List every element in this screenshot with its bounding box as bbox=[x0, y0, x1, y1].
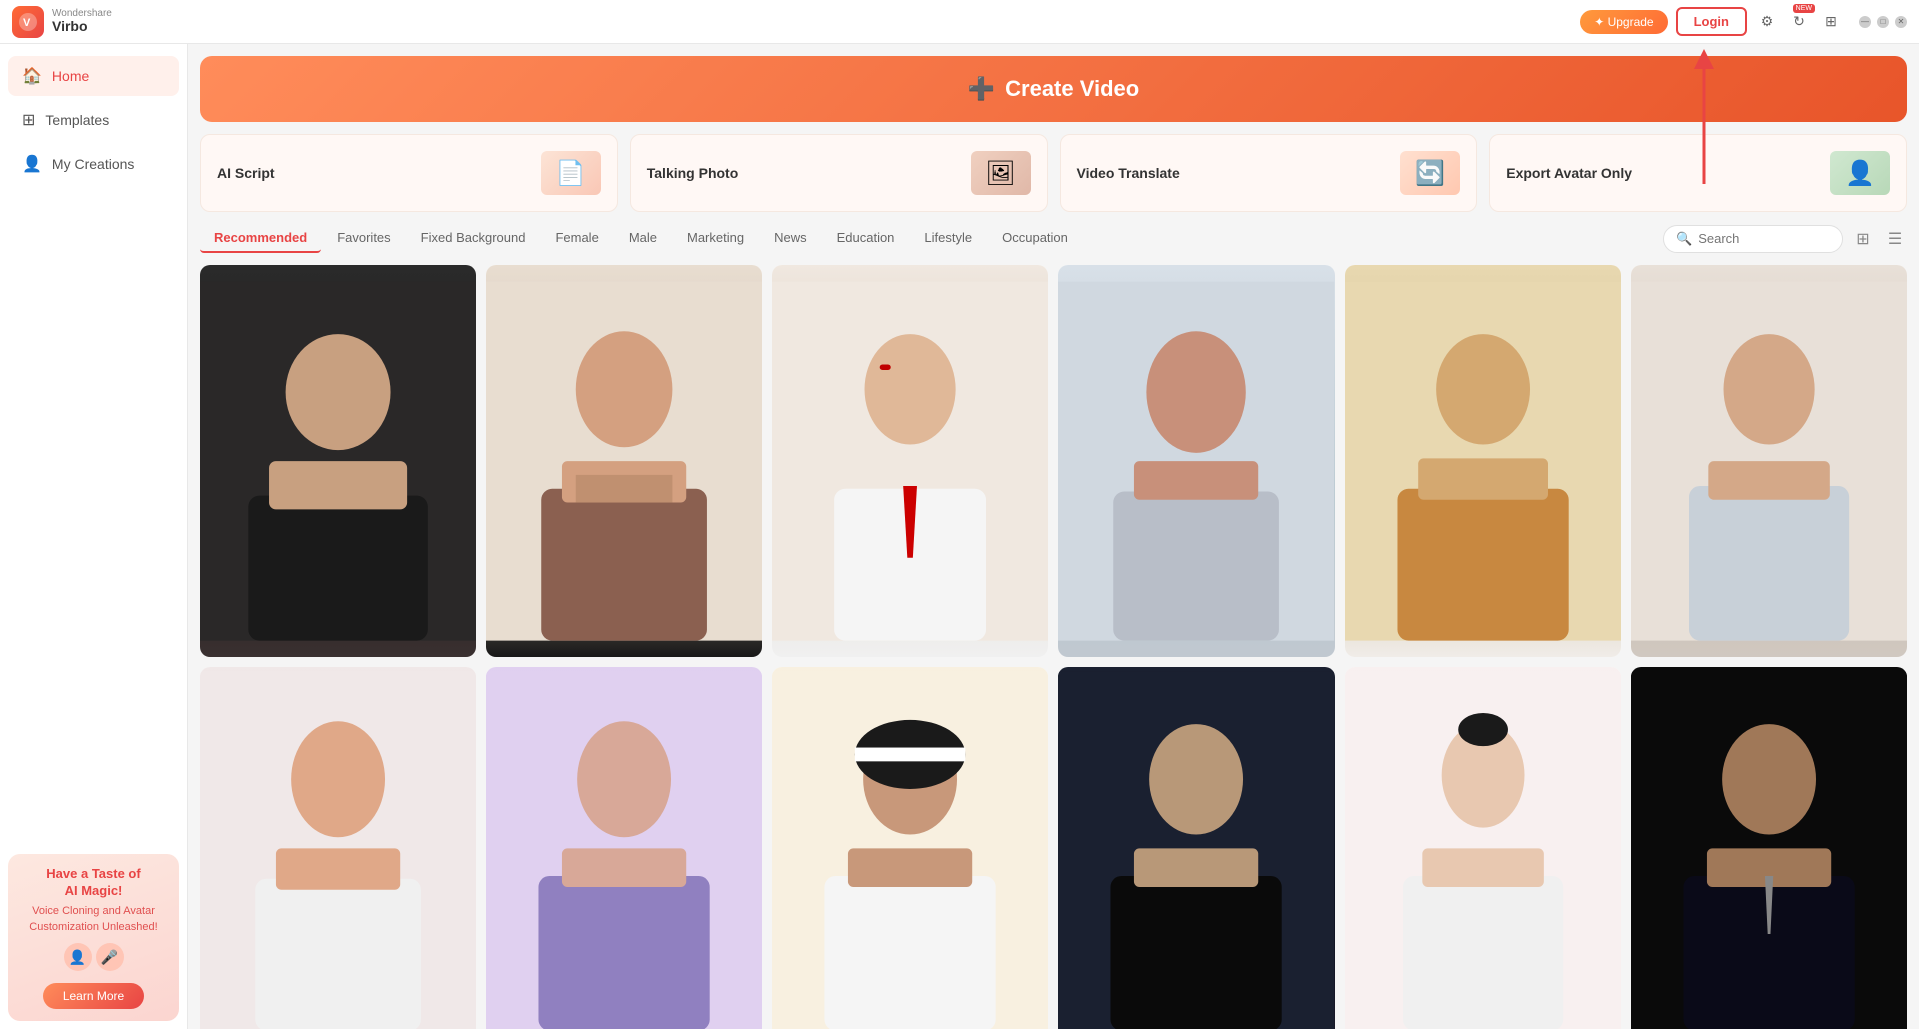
create-video-label: Create Video bbox=[1005, 76, 1139, 102]
settings-icon[interactable]: ⚙ bbox=[1755, 10, 1779, 34]
ai-script-thumb: 📄 bbox=[541, 151, 601, 195]
feature-talking-photo[interactable]: Talking Photo 🖼 bbox=[630, 134, 1048, 212]
avatar-img-ruby-games bbox=[772, 265, 1048, 657]
avatar-img-arjun bbox=[772, 667, 1048, 1029]
avatar-img-gabriel bbox=[1058, 667, 1334, 1029]
list-view-icon[interactable]: ☰ bbox=[1883, 227, 1907, 251]
avatar-card-william[interactable]: HOT William - Business bbox=[1345, 265, 1621, 657]
avatar-card-chloe[interactable]: Chloe-Elegant bbox=[1631, 265, 1907, 657]
tab-male[interactable]: Male bbox=[615, 224, 671, 253]
minimize-button[interactable]: — bbox=[1859, 16, 1871, 28]
close-button[interactable]: ✕ bbox=[1895, 16, 1907, 28]
my-creations-icon: 👤 bbox=[22, 154, 42, 174]
learn-more-button[interactable]: Learn More bbox=[43, 983, 144, 1009]
avatar-img-harper bbox=[1058, 265, 1334, 657]
sidebar-item-home[interactable]: 🏠 Home bbox=[8, 56, 179, 96]
tab-news[interactable]: News bbox=[760, 224, 821, 253]
login-button[interactable]: Login bbox=[1676, 7, 1747, 36]
avatar-card-gabriel[interactable]: Gabriel-Business bbox=[1058, 667, 1334, 1029]
ai-script-label: AI Script bbox=[217, 165, 275, 181]
avatar-card-brandt[interactable]: Brandt-Casual bbox=[200, 265, 476, 657]
avatar-img-william bbox=[1345, 265, 1621, 657]
avatar-img-ruby-formal bbox=[486, 667, 762, 1029]
tab-lifestyle[interactable]: Lifestyle bbox=[910, 224, 986, 253]
sidebar-promo: Have a Taste ofAI Magic! Voice Cloning a… bbox=[8, 854, 179, 1021]
avatar-card-john[interactable]: John-Marketer bbox=[1631, 667, 1907, 1029]
maximize-button[interactable]: □ bbox=[1877, 16, 1889, 28]
sidebar: 🏠 Home ⊞ Templates 👤 My Creations Have a… bbox=[0, 44, 188, 1029]
templates-icon: ⊞ bbox=[22, 110, 35, 130]
feature-video-translate[interactable]: Video Translate 🔄 bbox=[1060, 134, 1478, 212]
tab-female[interactable]: Female bbox=[541, 224, 612, 253]
brand-bottom: Virbo bbox=[52, 19, 112, 34]
sidebar-nav: 🏠 Home ⊞ Templates 👤 My Creations bbox=[0, 44, 187, 846]
figure-1: 👤 bbox=[64, 943, 92, 971]
avatar-img-john bbox=[1631, 667, 1907, 1029]
talking-photo-thumb: 🖼 bbox=[971, 151, 1031, 195]
grid-view-icon[interactable]: ⊞ bbox=[1851, 227, 1875, 251]
sidebar-item-templates[interactable]: ⊞ Templates bbox=[8, 100, 179, 140]
feature-cards: AI Script 📄 Talking Photo 🖼 Video Transl… bbox=[200, 134, 1907, 212]
export-avatar-thumb: 👤 bbox=[1830, 151, 1890, 195]
avatar-card-arjun[interactable]: Arjun - Araber bbox=[772, 667, 1048, 1029]
filter-bar: Recommended Favorites Fixed Background F… bbox=[188, 224, 1919, 253]
avatar-grid: Brandt-Casual Elena-Professional bbox=[188, 265, 1919, 1029]
sidebar-label-templates: Templates bbox=[45, 112, 109, 128]
app-name: Wondershare Virbo bbox=[52, 8, 112, 34]
promo-title: Have a Taste ofAI Magic! bbox=[20, 866, 167, 900]
avatar-card-mina[interactable]: Mina - Hanfu bbox=[1345, 667, 1621, 1029]
avatar-card-giulia[interactable]: Giulia-Business bbox=[200, 667, 476, 1029]
tab-marketing[interactable]: Marketing bbox=[673, 224, 758, 253]
avatar-card-harper[interactable]: Harper-Promotion bbox=[1058, 265, 1334, 657]
avatar-card-ruby-formal[interactable]: Ruby-Formal bbox=[486, 667, 762, 1029]
feature-export-avatar[interactable]: Export Avatar Only 👤 bbox=[1489, 134, 1907, 212]
video-translate-thumb: 🔄 bbox=[1400, 151, 1460, 195]
tab-recommended[interactable]: Recommended bbox=[200, 224, 321, 253]
video-translate-label: Video Translate bbox=[1077, 165, 1180, 181]
avatar-card-elena[interactable]: Elena-Professional bbox=[486, 265, 762, 657]
title-bar: V Wondershare Virbo ✦ Upgrade Login ⚙ ↻N… bbox=[0, 0, 1919, 44]
sidebar-item-my-creations[interactable]: 👤 My Creations bbox=[8, 144, 179, 184]
feature-ai-script[interactable]: AI Script 📄 bbox=[200, 134, 618, 212]
sidebar-label-my-creations: My Creations bbox=[52, 156, 134, 172]
create-video-banner[interactable]: ➕ Create Video bbox=[200, 56, 1907, 122]
tab-occupation[interactable]: Occupation bbox=[988, 224, 1082, 253]
tab-favorites[interactable]: Favorites bbox=[323, 224, 404, 253]
export-avatar-label: Export Avatar Only bbox=[1506, 165, 1632, 181]
search-input[interactable] bbox=[1698, 231, 1830, 246]
avatar-img-elena bbox=[486, 265, 762, 657]
avatar-img-chloe bbox=[1631, 265, 1907, 657]
create-video-icon: ➕ bbox=[968, 76, 995, 102]
svg-text:V: V bbox=[23, 17, 31, 29]
figure-2: 🎤 bbox=[96, 943, 124, 971]
avatar-card-ruby-games[interactable]: Ruby-Games bbox=[772, 265, 1048, 657]
search-icon: 🔍 bbox=[1676, 231, 1692, 247]
refresh-icon[interactable]: ↻NEW bbox=[1787, 10, 1811, 34]
sidebar-label-home: Home bbox=[52, 68, 89, 84]
filter-tabs: Recommended Favorites Fixed Background F… bbox=[200, 224, 1663, 253]
app-logo: V bbox=[12, 6, 44, 38]
main-layout: 🏠 Home ⊞ Templates 👤 My Creations Have a… bbox=[0, 44, 1919, 1029]
title-bar-actions: ✦ Upgrade Login ⚙ ↻NEW ⊞ — □ ✕ bbox=[1580, 7, 1907, 36]
app-branding: V Wondershare Virbo bbox=[12, 6, 112, 38]
window-controls: — □ ✕ bbox=[1859, 16, 1907, 28]
new-badge: NEW bbox=[1793, 4, 1815, 13]
tab-education[interactable]: Education bbox=[823, 224, 909, 253]
talking-photo-label: Talking Photo bbox=[647, 165, 739, 181]
content-area: ➕ Create Video AI Script 📄 Talking Photo… bbox=[188, 44, 1919, 1029]
search-box[interactable]: 🔍 bbox=[1663, 225, 1843, 253]
upgrade-button[interactable]: ✦ Upgrade bbox=[1580, 10, 1667, 34]
promo-figures: 👤 🎤 bbox=[20, 943, 167, 971]
avatar-img-brandt bbox=[200, 265, 476, 657]
tab-fixed-background[interactable]: Fixed Background bbox=[407, 224, 540, 253]
promo-subtitle: Voice Cloning and Avatar Customization U… bbox=[20, 904, 167, 935]
create-video-button[interactable]: ➕ Create Video bbox=[968, 76, 1140, 102]
avatar-img-giulia bbox=[200, 667, 476, 1029]
grid-icon[interactable]: ⊞ bbox=[1819, 10, 1843, 34]
home-icon: 🏠 bbox=[22, 66, 42, 86]
avatar-img-mina bbox=[1345, 667, 1621, 1029]
filter-right: 🔍 ⊞ ☰ bbox=[1663, 225, 1907, 253]
